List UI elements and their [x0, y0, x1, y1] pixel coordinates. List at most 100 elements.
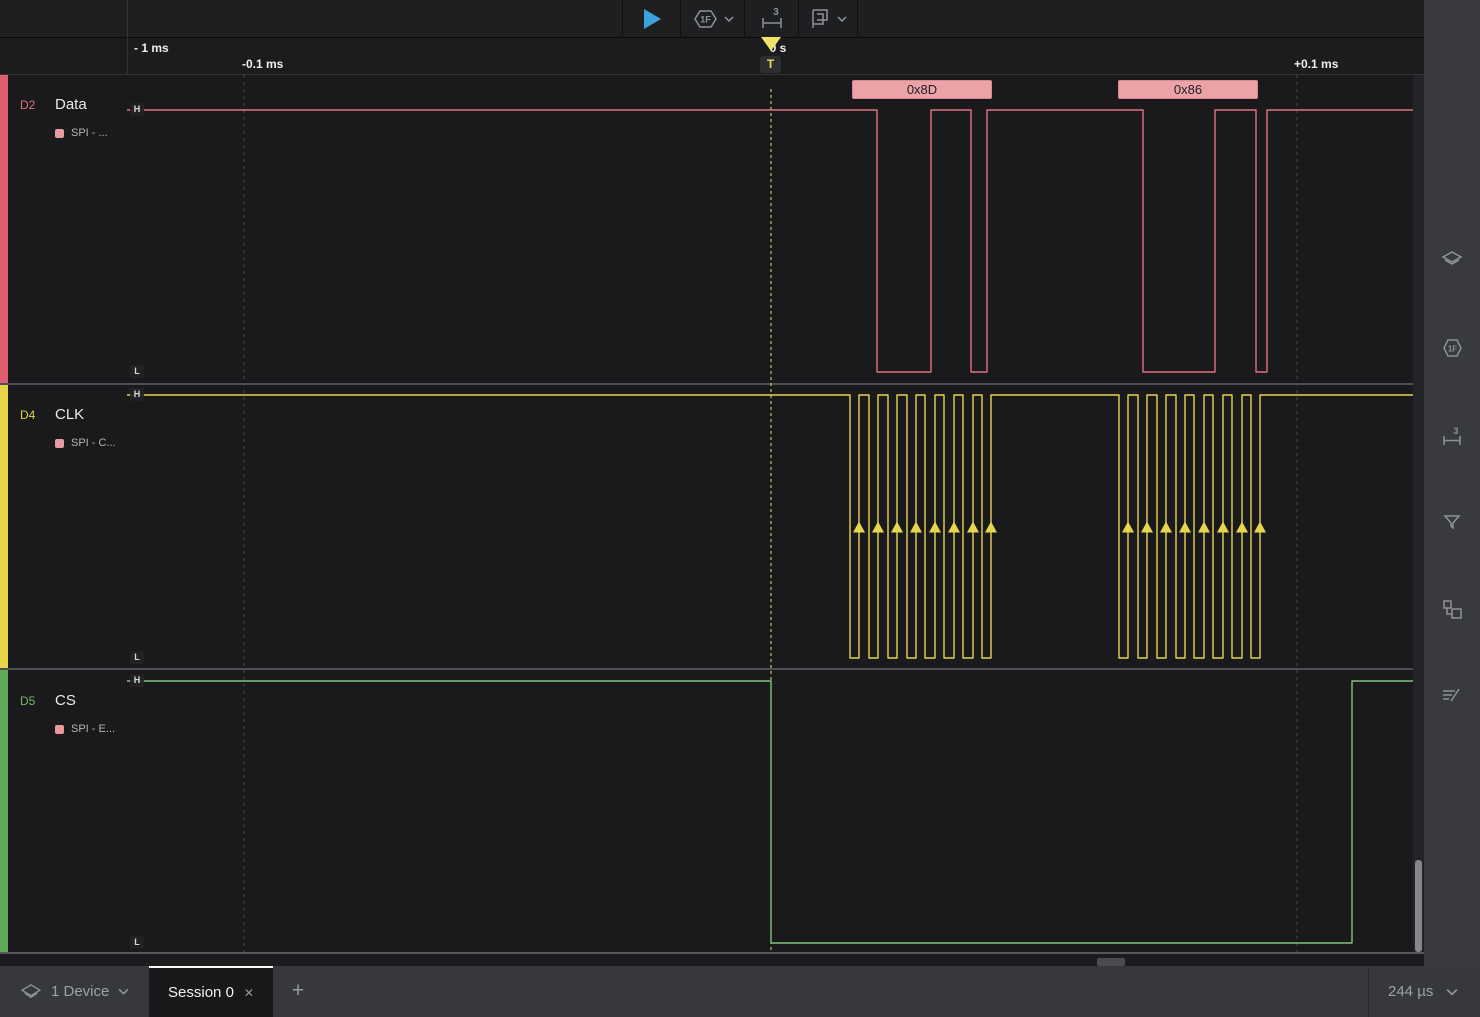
analyzer-tag-label: SPI - C... [71, 437, 116, 449]
notes-panel-button[interactable] [1440, 684, 1464, 708]
waveform-canvas[interactable] [127, 75, 1413, 952]
clock-edge-arrow-icon [853, 522, 865, 533]
play-button[interactable] [622, 0, 681, 38]
analyzer-tag-label: SPI - ... [71, 127, 108, 139]
spi-byte-annotation[interactable]: 0x8D [852, 80, 992, 99]
level-high-badge: H [130, 674, 144, 687]
layers-icon [1440, 248, 1464, 272]
blocks-icon [1440, 597, 1464, 621]
session-tab-label: Session 0 [168, 984, 234, 1001]
clock-edge-arrow-icon [872, 522, 884, 533]
top-toolbar: 1F 3 [0, 0, 1424, 38]
close-tab-icon[interactable]: ✕ [244, 986, 254, 1000]
analyzer-bullet-icon [55, 439, 64, 448]
clock-edge-arrow-icon [985, 522, 997, 533]
devices-panel-button[interactable] [1440, 248, 1464, 272]
spi-byte-annotation[interactable]: 0x86 [1118, 80, 1258, 99]
channel-name-clk[interactable]: CLK [55, 406, 84, 423]
channel-id-d4: D4 [20, 408, 35, 422]
device-layers-icon [20, 983, 42, 1001]
channel-color-bar-d5 [0, 670, 8, 952]
level-high-badge: H [130, 103, 144, 116]
chevron-down-icon [837, 16, 847, 22]
markers-panel-button[interactable] [1440, 510, 1464, 534]
bottom-bar: 1 Device Session 0 ✕ + 244 µs [0, 966, 1480, 1017]
clock-edge-arrow-icon [1141, 522, 1153, 533]
clock-edge-arrow-icon [1160, 522, 1172, 533]
measurements-button[interactable]: 3 [745, 0, 799, 38]
svg-text:1F: 1F [1448, 345, 1457, 354]
extensions-panel-button[interactable] [1440, 597, 1464, 621]
timeline-tick-label: +0.1 ms [1294, 57, 1338, 71]
session-tab[interactable]: Session 0 ✕ [149, 966, 273, 1017]
horizontal-scrollbar-thumb[interactable] [1097, 958, 1125, 966]
trigger-badge[interactable]: T [760, 56, 781, 73]
timeline-tick-label: - 1 ms [134, 41, 169, 55]
vertical-scrollbar[interactable] [1413, 75, 1424, 952]
bottom-bar-divider [1368, 966, 1369, 1017]
signal-trace-cs[interactable] [127, 681, 1413, 943]
timeline-divider [127, 38, 128, 75]
flag-icon [809, 7, 833, 31]
channel-color-bar-d4 [0, 385, 8, 668]
analyzer-mode-button[interactable]: 1F [681, 0, 745, 38]
vertical-scrollbar-thumb[interactable] [1415, 860, 1422, 952]
right-sidebar [1424, 0, 1480, 966]
channel-name-cs[interactable]: CS [55, 692, 76, 709]
clock-edge-arrow-icon [1198, 522, 1210, 533]
level-low-badge: L [130, 651, 144, 664]
channel-analyzer-tag[interactable]: SPI - C... [55, 437, 116, 449]
chevron-down-icon [724, 16, 734, 22]
timeline-ruler[interactable]: - 1 ms 0 s -0.1 ms +0.1 ms T [0, 38, 1424, 75]
level-high-badge: H [130, 388, 144, 401]
chevron-down-icon [1446, 988, 1458, 996]
horizontal-scrollbar[interactable] [0, 952, 1424, 966]
svg-text:1F: 1F [700, 15, 711, 25]
channel-id-d2: D2 [20, 98, 35, 112]
clock-edge-arrow-icon [910, 522, 922, 533]
hex-1f-icon: 1F [692, 7, 720, 31]
clock-edge-arrow-icon [948, 522, 960, 533]
signal-trace-clk[interactable] [127, 395, 1413, 658]
toolbar-divider [127, 0, 128, 38]
add-session-button[interactable]: + [285, 978, 311, 1004]
clock-edge-arrow-icon [1236, 522, 1248, 533]
logic-analyzer-app: 1F 3 [0, 0, 1480, 1017]
level-low-badge: L [130, 365, 144, 378]
clock-edge-arrow-icon [929, 522, 941, 533]
signal-trace-data[interactable] [127, 110, 1413, 372]
trigger-marker-icon[interactable] [761, 37, 781, 51]
clock-edge-arrow-icon [1122, 522, 1134, 533]
channel-color-bar-d2 [0, 75, 8, 383]
ruler-icon: 3 [1440, 425, 1464, 449]
channel-analyzer-tag[interactable]: SPI - E... [55, 723, 115, 735]
hex-1f-icon: 1F [1440, 336, 1464, 360]
timescale-selector[interactable]: 244 µs [1388, 966, 1458, 1017]
clock-edge-arrow-icon [1254, 522, 1266, 533]
device-label: 1 Device [51, 983, 109, 1000]
clock-edge-arrow-icon [891, 522, 903, 533]
measurements-panel-button[interactable]: 3 [1440, 425, 1464, 449]
notes-pencil-icon [1440, 684, 1464, 708]
analyzers-panel-button[interactable]: 1F [1440, 336, 1464, 360]
svg-text:3: 3 [773, 7, 779, 18]
pennant-icon [1440, 510, 1464, 534]
clock-edge-arrow-icon [1179, 522, 1191, 533]
capture-button-group: 1F 3 [622, 0, 858, 38]
chevron-down-icon [118, 988, 129, 995]
device-selector[interactable]: 1 Device [20, 966, 129, 1017]
play-icon [642, 7, 662, 31]
svg-text:3: 3 [1453, 426, 1458, 436]
analyzer-bullet-icon [55, 725, 64, 734]
clock-edge-arrow-icon [967, 522, 979, 533]
channel-name-data[interactable]: Data [55, 96, 87, 113]
waveform-area: D2 Data SPI - ... D4 CLK SPI - C... D5 C… [0, 75, 1424, 952]
timescale-value: 244 µs [1388, 983, 1433, 1000]
analyzer-bullet-icon [55, 129, 64, 138]
level-low-badge: L [130, 936, 144, 949]
channel-id-d5: D5 [20, 694, 35, 708]
markers-button[interactable] [799, 0, 858, 38]
channel-analyzer-tag[interactable]: SPI - ... [55, 127, 108, 139]
timeline-tick-label: -0.1 ms [242, 57, 283, 71]
analyzer-tag-label: SPI - E... [71, 723, 115, 735]
